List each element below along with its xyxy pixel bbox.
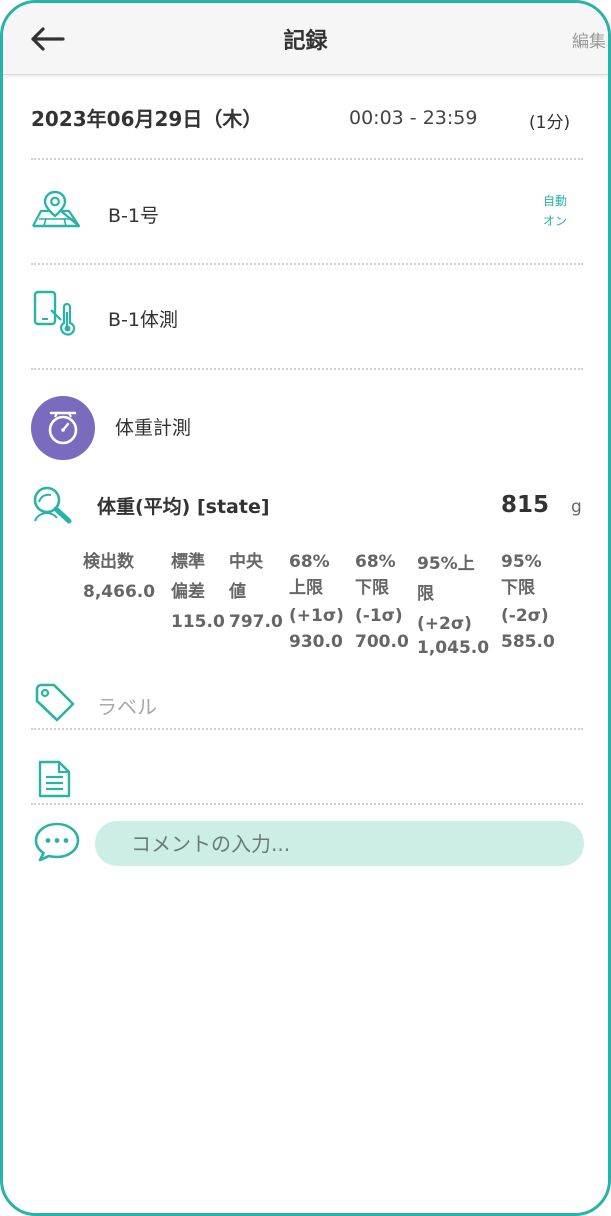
stat-header: 下限	[501, 578, 535, 598]
stat-header: 68%	[289, 552, 330, 572]
metric-value: 815	[501, 492, 550, 518]
stat-header: 95%	[501, 552, 542, 572]
stat-header: 上限	[289, 578, 323, 598]
search-analysis-icon	[33, 486, 72, 524]
app-frame: 記録 編集 2023年06月29日（木） 00:03 - 23:59 (1分) …	[0, 0, 611, 1216]
stat-header: 検出数	[83, 552, 134, 572]
header-bar: 記録 編集	[3, 3, 608, 75]
comment-input[interactable]	[95, 821, 584, 866]
stat-header: (+1σ)	[289, 606, 344, 626]
divider	[31, 728, 583, 730]
stat-header: 偏差	[171, 582, 205, 602]
stat-header: 値	[229, 582, 246, 602]
activity-name: 体重計測	[115, 417, 192, 439]
metric-unit: g	[571, 497, 582, 517]
document-icon	[38, 760, 71, 798]
record-duration: (1分)	[529, 113, 571, 133]
stat-header: (+2σ)	[417, 614, 472, 634]
stat-header: 中央	[229, 552, 263, 572]
map-pin-icon	[32, 190, 81, 228]
edit-button[interactable]: 編集	[572, 27, 606, 52]
stat-header: 下限	[355, 578, 389, 598]
page-title: 記録	[283, 29, 328, 54]
stat-header: 68%	[355, 552, 396, 572]
stat-value: 700.0	[355, 632, 409, 652]
metric-name: 体重(平均) [state]	[97, 496, 270, 518]
tag-icon	[35, 683, 75, 722]
stat-value: 585.0	[501, 632, 555, 652]
auto-toggle[interactable]: 自動 オン	[543, 191, 583, 231]
divider	[31, 368, 583, 370]
stat-header: 標準	[171, 552, 205, 572]
stat-value: 115.0	[171, 612, 225, 632]
stat-value: 8,466.0	[83, 582, 156, 602]
record-date: 2023年06月29日（木）	[31, 107, 263, 131]
divider	[31, 158, 583, 160]
device-name[interactable]: B-1体測	[108, 305, 178, 332]
stat-header: 95%上	[417, 554, 475, 574]
divider	[31, 803, 583, 805]
comment-bubble-icon	[34, 822, 80, 862]
scale-icon	[48, 411, 78, 445]
phone-thermometer-icon	[33, 290, 76, 336]
stat-value: 1,045.0	[417, 638, 490, 658]
stat-header: 限	[417, 584, 434, 604]
stat-value: 930.0	[289, 632, 343, 652]
location-name[interactable]: B-1号	[108, 201, 159, 228]
activity-avatar	[31, 396, 95, 460]
divider	[31, 263, 583, 265]
stat-header: (-2σ)	[501, 606, 549, 626]
stat-header: (-1σ)	[355, 606, 403, 626]
label-field[interactable]: ラベル	[97, 691, 157, 720]
stat-value: 797.0	[229, 612, 283, 632]
record-time-range: 00:03 - 23:59	[349, 107, 478, 129]
